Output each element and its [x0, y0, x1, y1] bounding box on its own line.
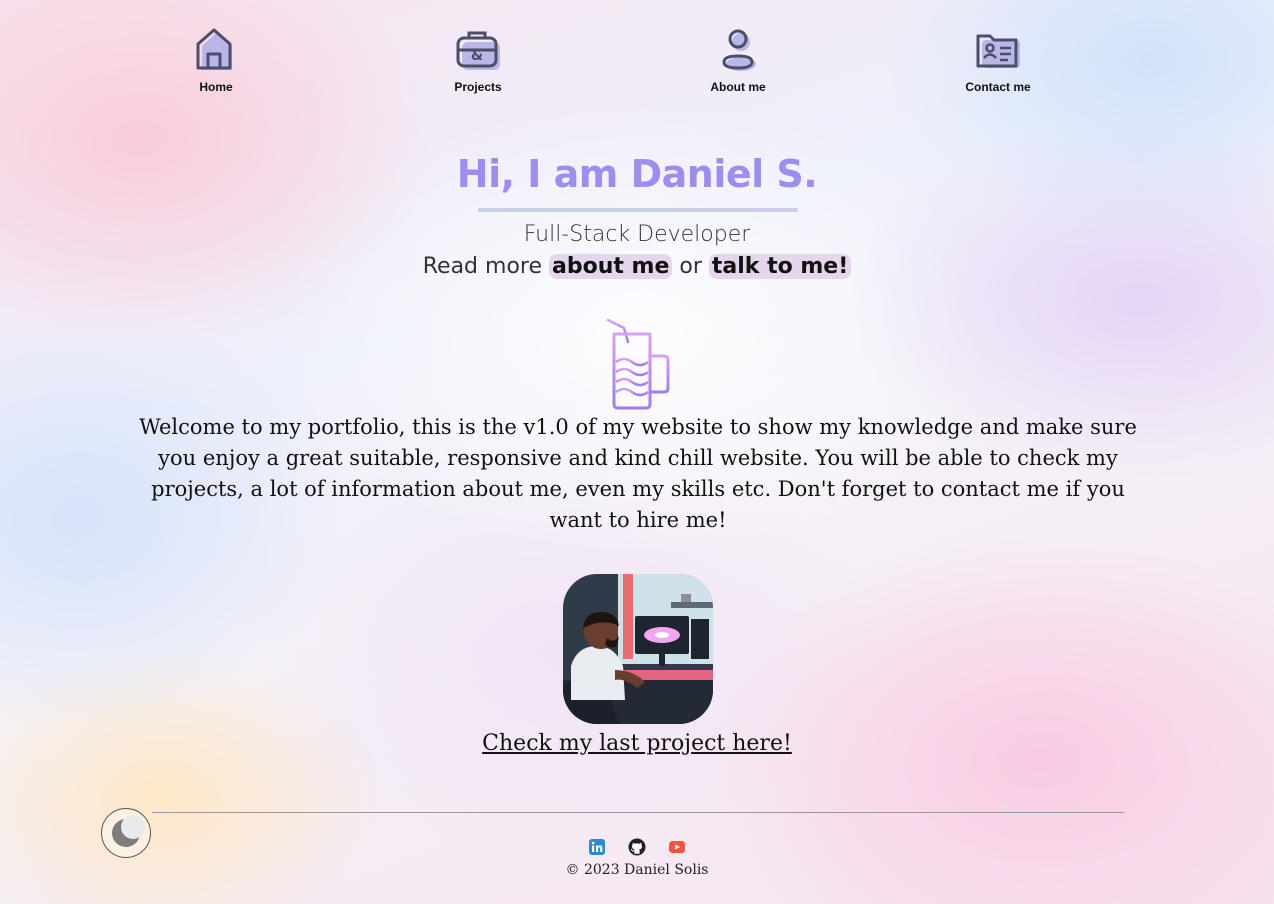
user-icon	[722, 29, 756, 71]
hero-subtitle: Full-Stack Developer	[523, 222, 751, 247]
copyright-text: © 2023 Daniel Solis	[565, 862, 709, 878]
last-project-link[interactable]: Check my last project here!	[0, 731, 1274, 756]
hero-title-underline	[478, 208, 798, 212]
or-text: or	[672, 254, 709, 279]
about-me-link[interactable]: about me	[549, 254, 673, 279]
moon-icon	[112, 815, 145, 847]
nav-label-contact: Contact me	[965, 80, 1031, 94]
theme-toggle-button[interactable]	[101, 808, 151, 858]
drink-glass-icon	[606, 318, 670, 410]
intro-paragraph: Welcome to my portfolio, this is the v1.…	[139, 415, 1137, 532]
nav-item-about[interactable]: About me	[678, 24, 798, 94]
footer-divider	[152, 812, 1124, 813]
social-links	[588, 838, 688, 858]
github-icon[interactable]	[628, 838, 646, 856]
nav-label-home: Home	[199, 80, 233, 94]
main-nav: Home & Projects About me Contact me	[0, 24, 1274, 104]
nav-item-projects[interactable]: & Projects	[418, 24, 538, 94]
svg-text:&: &	[471, 48, 483, 64]
developer-at-desk-illustration	[563, 574, 713, 724]
hero-read-more: Read more about me or talk to me!	[0, 254, 1274, 279]
nav-label-projects: Projects	[454, 80, 502, 94]
nav-item-home[interactable]: Home	[156, 24, 276, 94]
last-project-image[interactable]	[563, 574, 713, 724]
home-icon	[196, 28, 232, 70]
linkedin-icon[interactable]	[588, 838, 606, 856]
briefcase-icon: &	[456, 31, 500, 70]
youtube-icon[interactable]	[668, 838, 686, 856]
read-more-prefix: Read more	[422, 254, 549, 279]
talk-to-me-link[interactable]: talk to me!	[708, 254, 852, 279]
nav-item-contact[interactable]: Contact me	[938, 24, 1058, 94]
hero-title: Hi, I am Daniel S.	[456, 152, 818, 196]
contact-card-icon	[976, 34, 1020, 68]
nav-label-about: About me	[710, 80, 766, 94]
